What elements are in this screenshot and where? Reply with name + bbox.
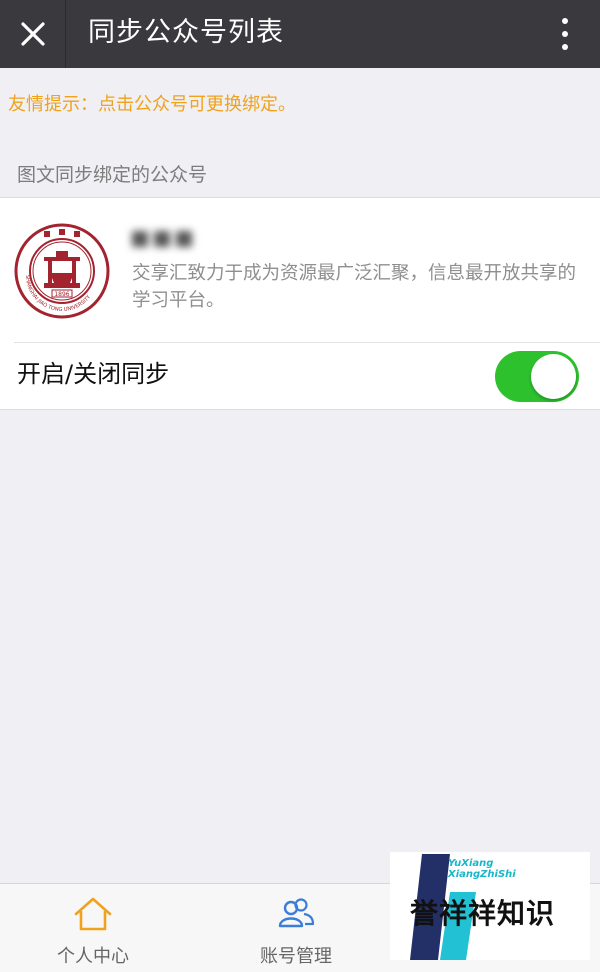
tab-account-management-label: 账号管理 bbox=[260, 946, 332, 967]
top-bar: 同步公众号列表 bbox=[0, 0, 600, 68]
svg-text:1896: 1896 bbox=[54, 291, 69, 298]
account-description: 交享汇致力于成为资源最广泛汇聚，信息最开放共享的学习平台。 bbox=[132, 263, 577, 311]
page-title: 同步公众号列表 bbox=[88, 17, 284, 48]
section-title: 图文同步绑定的公众号 bbox=[17, 164, 208, 186]
watermark-english: YuXiang XiangZhiShi bbox=[448, 858, 516, 880]
close-button[interactable] bbox=[0, 0, 66, 68]
tab-personal-center-label: 个人中心 bbox=[57, 946, 129, 967]
sync-toggle-label: 开启/关闭同步 bbox=[17, 360, 170, 388]
more-vertical-icon bbox=[562, 18, 568, 24]
bound-account-item[interactable]: 1896 SHANGHAI JIAO TONG UNIVERSITY 交享汇致力… bbox=[0, 198, 600, 342]
friendly-tip: 友情提示：点击公众号可更换绑定。 bbox=[8, 94, 296, 115]
sync-toggle-switch[interactable] bbox=[495, 351, 579, 402]
sjtu-logo: 1896 SHANGHAI JIAO TONG UNIVERSITY bbox=[14, 223, 110, 319]
home-icon bbox=[74, 897, 112, 931]
sync-toggle-row: 开启/关闭同步 bbox=[0, 343, 600, 410]
bound-account-card: 1896 SHANGHAI JIAO TONG UNIVERSITY 交享汇致力… bbox=[0, 197, 600, 410]
close-icon bbox=[20, 22, 45, 46]
toggle-knob bbox=[531, 354, 576, 399]
more-menu-button[interactable] bbox=[558, 0, 572, 68]
tab-personal-center[interactable]: 个人中心 bbox=[33, 884, 153, 972]
tab-account-management[interactable]: 账号管理 bbox=[236, 884, 356, 972]
account-name-redacted bbox=[132, 228, 222, 250]
users-icon bbox=[278, 898, 315, 928]
watermark-logo: YuXiang XiangZhiShi 誉祥祥知识 bbox=[390, 852, 590, 960]
watermark-chinese: 誉祥祥知识 bbox=[410, 897, 556, 930]
